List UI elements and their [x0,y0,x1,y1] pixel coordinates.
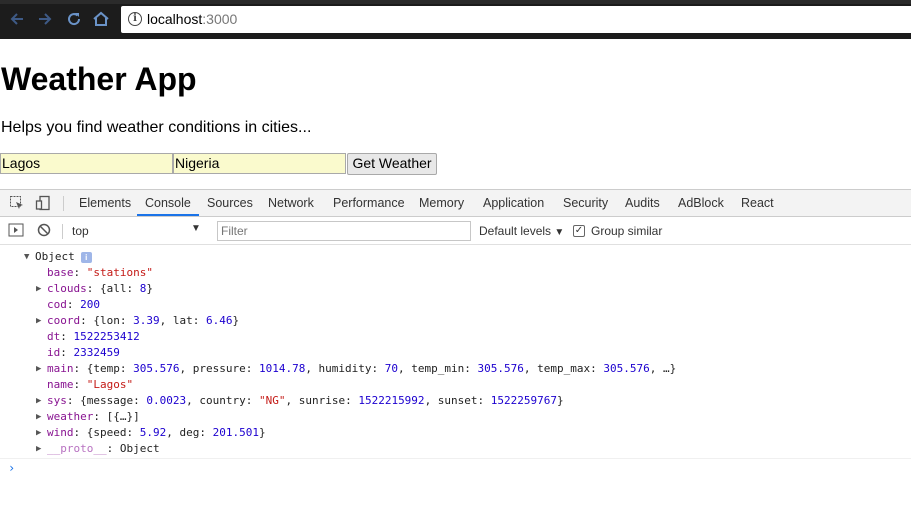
prop-cod: cod: 200 [47,298,100,311]
collapsed-triangle-icon: ▶ [36,444,42,454]
prop-main[interactable]: ▶ main: {temp: 305.576, pressure: 1014.7… [36,361,676,377]
tab-elements[interactable]: Elements [79,190,131,216]
collapsed-triangle-icon: ▶ [36,412,42,422]
object-header[interactable]: ▼ Object i [24,249,92,265]
info-icon: i [80,251,92,263]
url-text: localhost:3000 [147,11,238,27]
expanded-triangle-icon: ▼ [24,252,30,262]
tab-sources[interactable]: Sources [207,190,253,216]
city-input[interactable]: Lagos [0,153,173,174]
tab-performance[interactable]: Performance [333,190,405,216]
prop-base: base: "stations" [47,266,153,279]
arrow-left-icon[interactable] [6,9,28,31]
prop-sys[interactable]: ▶ sys: {message: 0.0023, country: "NG", … [36,393,564,409]
page-title: Weather App [1,61,197,97]
toolbar-divider [62,224,63,239]
prop-clouds[interactable]: ▶ clouds: {all: 8} [36,281,153,297]
info-icon[interactable]: i [128,12,142,26]
context-selector[interactable]: top [72,224,89,238]
home-icon[interactable] [90,9,112,31]
collapsed-triangle-icon: ▶ [36,396,42,406]
console-divider [0,458,911,459]
object-label: Object [35,250,75,263]
tab-adblock[interactable]: AdBlock [678,190,724,216]
filter-input[interactable]: Filter [217,221,471,241]
get-weather-button[interactable]: Get Weather [347,153,437,175]
browser-toolbar: i localhost:3000 [0,0,911,39]
devtools-panel: Elements Console Sources Network Perform… [0,189,911,512]
prop-id: id: 2332459 [47,346,120,359]
reload-icon[interactable] [63,9,85,31]
tab-application[interactable]: Application [483,190,544,216]
prop-wind[interactable]: ▶ wind: {speed: 5.92, deg: 201.501} [36,425,266,441]
inspect-element-icon[interactable] [9,195,25,211]
show-sidebar-icon[interactable] [8,223,24,239]
country-input[interactable]: Nigeria [173,153,346,174]
prop-name: name: "Lagos" [47,378,134,391]
device-toolbar-icon[interactable] [35,195,51,211]
levels-dropdown[interactable]: Default levels ▼ [479,224,564,238]
page-subtitle: Helps you find weather conditions in cit… [1,119,312,136]
collapsed-triangle-icon: ▶ [36,428,42,438]
collapsed-triangle-icon: ▶ [36,364,42,374]
tab-network[interactable]: Network [268,190,314,216]
clear-console-icon[interactable] [37,223,53,239]
group-similar-checkbox[interactable]: ✓ [573,225,585,237]
tab-console[interactable]: Console [137,190,199,216]
prop-coord[interactable]: ▶ coord: {lon: 3.39, lat: 6.46} [36,313,239,329]
window-frame [0,0,911,4]
address-bar[interactable]: i localhost:3000 [121,6,911,33]
collapsed-triangle-icon: ▶ [36,284,42,294]
chevron-down-icon: ▼ [554,227,565,238]
tab-memory[interactable]: Memory [419,190,464,216]
prop-dt: dt: 1522253412 [47,330,140,343]
prop-weather[interactable]: ▶ weather: [{…}] [36,409,140,425]
console-prompt-icon[interactable]: › [8,461,15,475]
arrow-right-icon[interactable] [34,9,56,31]
toolbar-divider [63,196,64,211]
chevron-down-icon[interactable]: ▼ [191,223,201,234]
console-toolbar: top ▼ Filter Default levels ▼ ✓ Group si… [0,217,911,245]
group-similar-label: Group similar [591,224,663,238]
prop-proto[interactable]: ▶ __proto__: Object [36,441,160,457]
tab-security[interactable]: Security [563,190,608,216]
tab-react[interactable]: React [741,190,774,216]
collapsed-triangle-icon: ▶ [36,316,42,326]
devtools-tab-bar: Elements Console Sources Network Perform… [0,190,911,217]
tab-audits[interactable]: Audits [625,190,660,216]
